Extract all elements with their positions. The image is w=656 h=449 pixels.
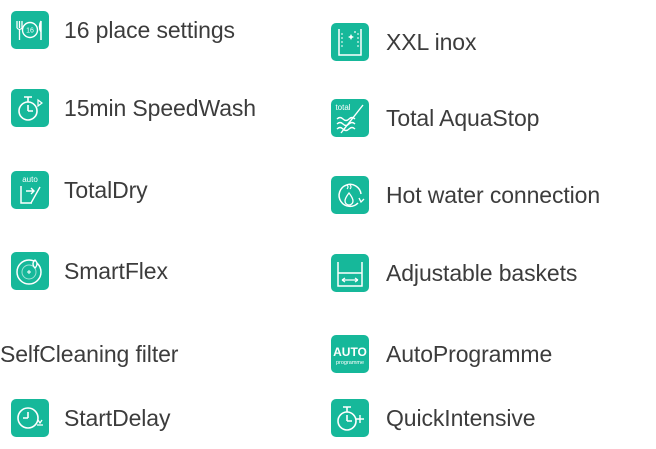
feature-label: StartDelay (64, 404, 171, 431)
speedwash-stopwatch-icon (11, 89, 49, 127)
feature-total-aquastop: total Total AquaStop (331, 96, 539, 140)
smartflex-icon (11, 252, 49, 290)
feature-label: AutoProgramme (386, 340, 553, 367)
feature-startdelay: StartDelay (11, 396, 170, 440)
feature-label: QuickIntensive (386, 404, 536, 431)
feature-xxl-inox: XXL inox (331, 20, 477, 64)
icon-label-auto: AUTO (333, 345, 367, 359)
feature-adjustable-baskets: Adjustable baskets (331, 251, 577, 295)
xxl-inox-icon (331, 23, 369, 61)
feature-label: Total AquaStop (386, 104, 540, 131)
feature-smartflex: SmartFlex (11, 249, 168, 293)
feature-label: SelfCleaning filter (0, 340, 179, 367)
hot-water-icon (331, 176, 369, 214)
feature-label: 15min SpeedWash (64, 94, 256, 121)
adjustable-baskets-icon (331, 254, 369, 292)
quickintensive-stopwatch-icon (331, 399, 369, 437)
startdelay-clock-icon (11, 399, 49, 437)
feature-label: SmartFlex (64, 257, 168, 284)
feature-label: Hot water connection (386, 181, 601, 208)
feature-totaldry: auto TotalDry (11, 168, 148, 212)
feature-speedwash: 15min SpeedWash (11, 86, 256, 130)
feature-label: XXL inox (386, 28, 477, 55)
feature-label: TotalDry (64, 176, 148, 203)
autoprogramme-icon: AUTO programme (331, 335, 369, 373)
feature-sheet: { "features": { "left": [ {"icon": "plac… (0, 0, 656, 449)
feature-16-place-settings: 16 16 place settings (11, 8, 235, 52)
icon-label-programme: programme (336, 360, 364, 366)
icon-label-total: total (335, 103, 350, 112)
icon-label-auto: auto (22, 175, 38, 184)
feature-quickintensive: QuickIntensive (331, 396, 536, 440)
feature-label: 16 place settings (64, 16, 235, 43)
totaldry-icon: auto (11, 171, 49, 209)
aquastop-icon: total (331, 99, 369, 137)
feature-autoprogramme: AUTO programme AutoProgramme (331, 332, 552, 376)
feature-label: Adjustable baskets (386, 259, 578, 286)
feature-hot-water-connection: Hot water connection (331, 173, 600, 217)
icon-label-16: 16 (26, 28, 34, 35)
feature-selfcleaning-filter: SelfCleaning filter (0, 332, 178, 376)
place-settings-icon: 16 (11, 11, 49, 49)
